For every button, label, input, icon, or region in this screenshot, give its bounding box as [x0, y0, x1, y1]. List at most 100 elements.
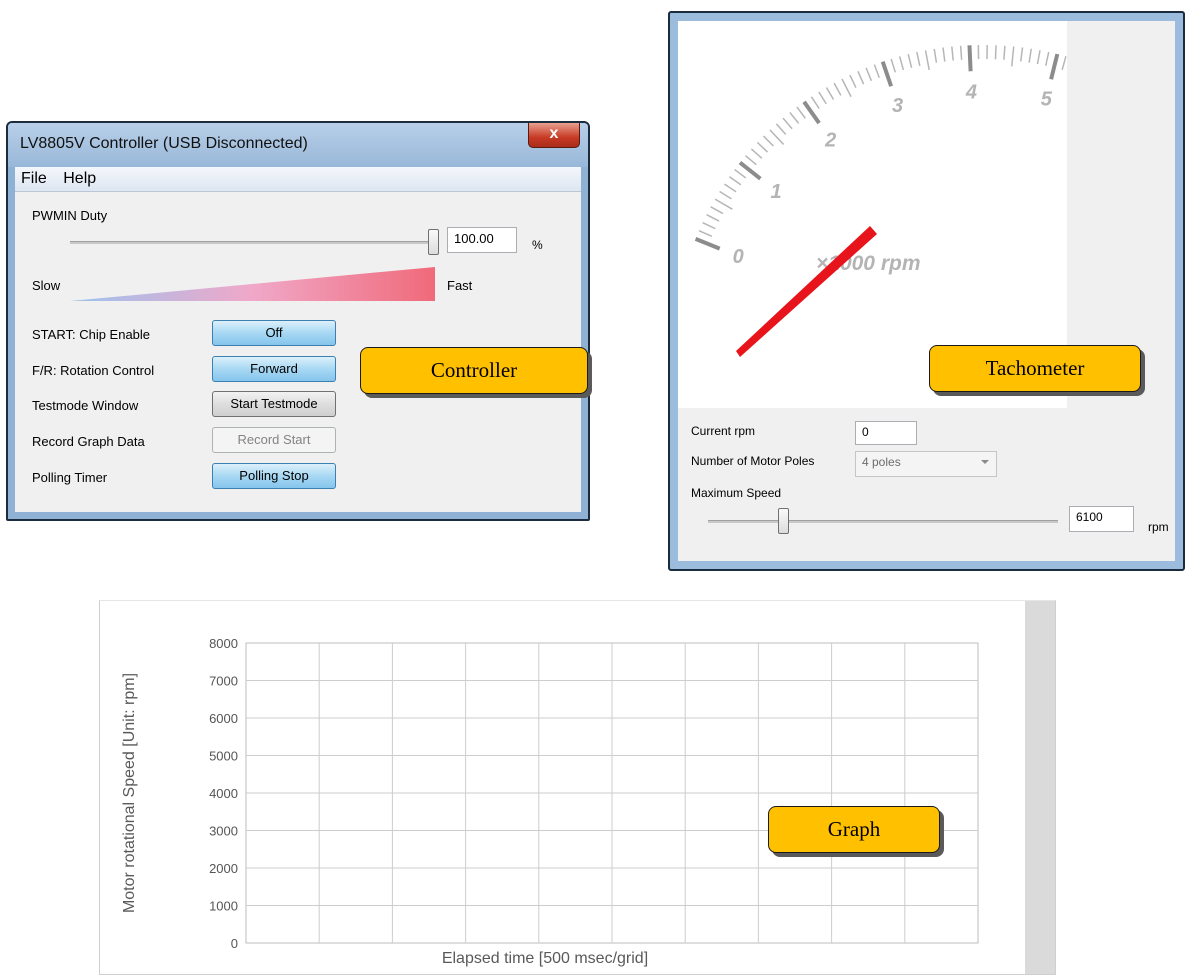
graph-y-tick-label: 2000	[209, 861, 238, 876]
current-rpm-label: Current rpm	[691, 424, 756, 438]
dial-tick	[756, 141, 769, 153]
pwmin-duty-label: PWMIN Duty	[32, 208, 108, 223]
max-speed-slider-thumb[interactable]	[778, 508, 789, 534]
dial-tick	[775, 123, 787, 135]
graph-callout: Graph	[768, 806, 940, 853]
tachometer-window: 012345678 ×1000 rpm Current rpm 0 Number…	[668, 11, 1192, 571]
dial-number-label: 1	[770, 181, 781, 203]
dial-tick	[825, 87, 835, 100]
controller-title: LV8805V Controller (USB Disconnected)	[20, 135, 308, 152]
dial-tick	[907, 53, 913, 68]
tachometer-callout: Tachometer	[929, 345, 1141, 392]
dial-tick	[702, 221, 716, 230]
graph-y-tick-label: 3000	[209, 824, 238, 839]
menu-bar: File Help	[15, 167, 581, 192]
dial-tick	[967, 45, 973, 72]
dial-tick	[841, 78, 852, 98]
graph-y-tick-label: 7000	[209, 674, 238, 689]
testmode-window-label: Testmode Window	[32, 398, 139, 413]
pwmin-slider-thumb[interactable]	[428, 229, 439, 255]
graph-panel: 0 1000 2000 3000 4000 5000 6000 7000 8000 Motor …	[99, 600, 1056, 975]
graph-y-tick-label: 5000	[209, 749, 238, 764]
max-speed-input[interactable]: 6100	[1069, 506, 1134, 532]
dial-tick	[916, 51, 921, 66]
dial-number-label: 4	[965, 81, 977, 103]
graph-side-bar	[1025, 601, 1055, 974]
chevron-down-icon	[981, 460, 989, 464]
dial-tick	[865, 67, 873, 82]
graph-y-tick-label: 6000	[209, 711, 238, 726]
dial-tick	[769, 129, 785, 145]
dial-tick	[1003, 45, 1006, 60]
record-start-button[interactable]: Record Start	[212, 427, 336, 453]
max-speed-label: Maximum Speed	[691, 486, 782, 500]
speed-gradient-bar	[70, 267, 435, 301]
dial-tick	[942, 47, 946, 62]
polling-stop-button[interactable]: Polling Stop	[212, 463, 336, 489]
dial-tick	[1061, 56, 1067, 70]
dial-tick	[1036, 50, 1041, 65]
tachometer-needle	[736, 226, 877, 357]
dial-tick	[1049, 53, 1060, 80]
dial-tick	[933, 48, 938, 63]
dial-tick	[706, 214, 720, 222]
dial-tick	[924, 50, 930, 71]
dial-tick	[951, 46, 954, 61]
dial-tick	[734, 168, 747, 179]
dial-number-label: 2	[824, 129, 836, 151]
dial-tick	[857, 71, 865, 85]
fast-label: Fast	[447, 278, 473, 293]
graph-y-tick-label: 4000	[209, 786, 238, 801]
dial-tick	[745, 155, 757, 166]
controller-callout: Controller	[360, 347, 588, 394]
record-graph-data-label: Record Graph Data	[32, 434, 145, 449]
dial-tick	[796, 106, 806, 119]
pwmin-duty-input[interactable]: 100.00	[447, 227, 517, 253]
dial-tick	[728, 176, 742, 186]
dial-tick	[750, 148, 763, 159]
graph-y-tick-label: 1000	[209, 899, 238, 914]
close-icon[interactable]: x	[528, 123, 580, 148]
graph-y-axis-label: Motor rotational Speed [Unit: rpm]	[121, 673, 138, 913]
current-rpm-input[interactable]: 0	[855, 421, 917, 445]
dial-tick	[694, 237, 721, 251]
slow-label: Slow	[32, 278, 61, 293]
motor-poles-label: Number of Motor Poles	[691, 454, 815, 468]
controller-titlebar[interactable]: LV8805V Controller (USB Disconnected) x	[8, 123, 588, 167]
dial-number-label: 0	[733, 246, 744, 268]
pwmin-slider-track[interactable]	[70, 241, 435, 244]
rotation-control-label: F/R: Rotation Control	[32, 363, 155, 378]
dial-tick	[1028, 48, 1033, 63]
dial-tick	[710, 206, 724, 215]
menu-help[interactable]: Help	[63, 167, 96, 191]
rotation-direction-button[interactable]: Forward	[212, 356, 336, 382]
motor-poles-select[interactable]: 4 poles	[855, 451, 997, 477]
dial-tick	[873, 64, 880, 79]
dial-tick	[698, 230, 713, 238]
max-speed-unit: rpm	[1148, 520, 1169, 534]
graph-x-axis-label: Elapsed time [500 msec/grid]	[442, 950, 648, 967]
start-chip-enable-label: START: Chip Enable	[32, 327, 151, 342]
menu-file[interactable]: File	[21, 167, 47, 191]
dial-tick	[959, 45, 963, 60]
dial-tick	[723, 183, 737, 193]
dial-tick	[898, 56, 905, 71]
dial-tick	[1010, 46, 1015, 67]
dial-tick	[890, 58, 897, 73]
controller-window: LV8805V Controller (USB Disconnected) x …	[6, 121, 590, 521]
dial-tick	[789, 112, 800, 124]
dial-tick	[1045, 51, 1050, 66]
dial-tick	[810, 96, 820, 109]
dial-tick	[849, 74, 857, 88]
tachometer-panel: 012345678 ×1000 rpm Current rpm 0 Number…	[678, 21, 1192, 561]
dial-tick	[714, 198, 733, 210]
pwmin-unit: %	[532, 238, 543, 252]
motor-poles-value: 4 poles	[862, 455, 901, 469]
graph-y-tick-label: 0	[231, 936, 238, 951]
start-testmode-button[interactable]: Start Testmode	[212, 391, 336, 417]
dial-tick	[833, 82, 842, 96]
chip-enable-button[interactable]: Off	[212, 320, 336, 346]
max-speed-slider-track[interactable]	[708, 520, 1058, 523]
dial-tick	[880, 61, 894, 87]
dial-number-label: 3	[892, 95, 903, 117]
